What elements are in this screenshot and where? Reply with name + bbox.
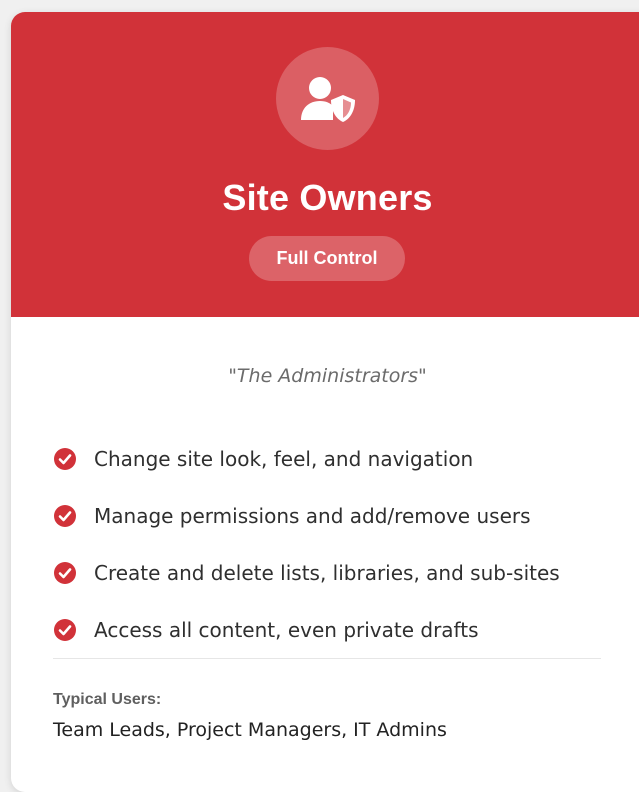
check-circle-icon bbox=[54, 618, 76, 641]
role-icon-circle bbox=[276, 47, 379, 150]
role-tagline: "The Administrators" bbox=[228, 365, 427, 387]
feature-item: Manage permissions and add/remove users bbox=[53, 487, 560, 544]
role-card-header: Site Owners Full Control bbox=[11, 12, 639, 317]
divider bbox=[53, 658, 601, 659]
feature-item: Change site look, feel, and navigation bbox=[53, 430, 560, 487]
check-circle-icon bbox=[54, 561, 76, 584]
typical-users-label: Typical Users: bbox=[53, 691, 162, 708]
feature-list: Change site look, feel, and navigation M… bbox=[53, 430, 560, 658]
role-title: Site Owners bbox=[222, 177, 433, 218]
feature-item: Create and delete lists, libraries, and … bbox=[53, 544, 560, 601]
check-circle-icon bbox=[54, 447, 76, 470]
feature-text: Access all content, even private drafts bbox=[94, 617, 479, 642]
feature-text: Manage permissions and add/remove users bbox=[94, 503, 531, 528]
feature-item: Access all content, even private drafts bbox=[53, 601, 560, 658]
feature-text: Change site look, feel, and navigation bbox=[94, 446, 474, 471]
role-card: Site Owners Full Control "The Administra… bbox=[11, 12, 639, 792]
typical-users-value: Team Leads, Project Managers, IT Admins bbox=[53, 719, 447, 741]
check-circle-icon bbox=[54, 504, 76, 527]
permission-badge: Full Control bbox=[249, 236, 405, 281]
feature-text: Create and delete lists, libraries, and … bbox=[94, 560, 560, 585]
user-shield-icon bbox=[300, 76, 355, 122]
